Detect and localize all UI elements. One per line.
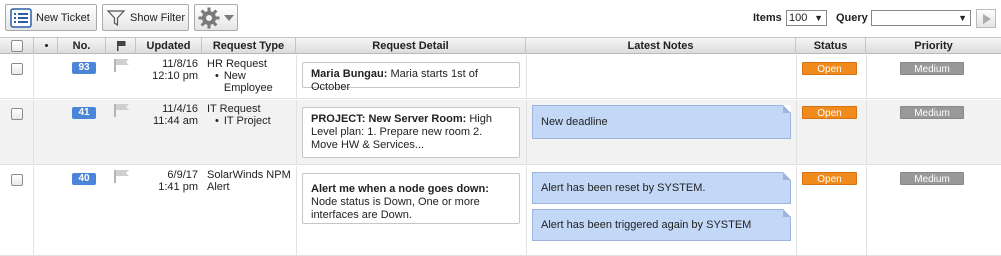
bullet-icon: • [215, 115, 219, 127]
detail-title: Alert me when a node goes down: [311, 183, 489, 195]
row-checkbox[interactable] [11, 108, 23, 120]
status-badge[interactable]: Open [802, 62, 857, 75]
show-filter-button[interactable]: Show Filter [102, 4, 189, 31]
request-type: IT Request [207, 103, 261, 115]
note-card[interactable]: New deadline [532, 105, 791, 139]
note-card[interactable]: Alert has been triggered again by SYSTEM [532, 209, 791, 241]
bullet-icon [45, 44, 48, 47]
priority-badge[interactable]: Medium [900, 62, 964, 75]
updated-cell: 11/8/16 12:10 pm [136, 58, 198, 82]
note-card[interactable]: Alert has been reset by SYSTEM. [532, 172, 791, 204]
items-value: 100 [789, 12, 808, 24]
ticket-number-badge[interactable]: 93 [72, 62, 96, 74]
status-badge[interactable]: Open [802, 172, 857, 185]
updated-time: 12:10 pm [152, 70, 198, 82]
detail-title: Maria Bungau: [311, 68, 388, 80]
select-all-checkbox[interactable] [11, 40, 23, 52]
priority-column-header[interactable]: Priority [866, 38, 1001, 54]
request-detail-column-header[interactable]: Request Detail [296, 38, 526, 54]
note-text: New deadline [541, 116, 608, 128]
table-row[interactable]: 93 11/8/16 12:10 pm HR Request • New Empl… [0, 55, 1001, 99]
toolbar: New Ticket Show Filter Items 100 ▼ Query… [0, 0, 1001, 37]
request-type-cell: HR Request • New Employee [207, 58, 295, 94]
status-badge[interactable]: Open [802, 106, 857, 119]
settings-button[interactable] [194, 4, 238, 31]
show-filter-label: Show Filter [130, 11, 186, 24]
items-label: Items [753, 12, 782, 24]
table-header: No. Updated Request Type Request Detail … [0, 37, 1001, 54]
row-checkbox[interactable] [11, 174, 23, 186]
updated-cell: 11/4/16 11:44 am [136, 103, 198, 127]
latest-notes-column-header[interactable]: Latest Notes [526, 38, 796, 54]
table-row[interactable]: 41 11/4/16 11:44 am IT Request • IT Proje… [0, 100, 1001, 165]
gear-icon [198, 7, 220, 28]
request-type: HR Request [207, 58, 267, 70]
status-column-header[interactable]: Status [796, 38, 866, 54]
note-text: Alert has been triggered again by SYSTEM [541, 219, 752, 231]
dropdown-arrow-icon: ▼ [814, 13, 823, 23]
flag-icon[interactable] [114, 103, 130, 117]
flag-icon [117, 41, 126, 51]
detail-title: PROJECT: New Server Room: [311, 113, 467, 125]
updated-date: 11/4/16 [162, 103, 198, 115]
flag-column-header[interactable] [106, 38, 136, 54]
dropdown-arrow-icon: ▼ [958, 13, 967, 23]
request-type: SolarWinds NPM Alert [207, 169, 291, 193]
updated-date: 11/8/16 [162, 58, 198, 70]
request-detail-card[interactable]: Maria Bungau: Maria starts 1st of Octobe… [302, 62, 520, 93]
updated-time: 11:44 am [152, 115, 198, 127]
flag-icon[interactable] [114, 58, 130, 72]
request-subtype: IT Project [223, 115, 271, 127]
query-label: Query [836, 12, 868, 24]
number-column-header[interactable]: No. [58, 38, 106, 54]
updated-column-header[interactable]: Updated [136, 38, 202, 54]
row-checkbox[interactable] [11, 63, 23, 75]
list-icon [10, 7, 32, 28]
chevron-down-icon [224, 14, 234, 21]
detail-text: Node status is Down, One or more interfa… [311, 196, 480, 221]
table-row[interactable]: 40 6/9/17 1:41 pm SolarWinds NPM Alert A… [0, 166, 1001, 256]
request-detail-card[interactable]: Alert me when a node goes down: Node sta… [302, 173, 520, 224]
dot-column [34, 38, 58, 54]
items-select[interactable]: 100 ▼ [786, 10, 827, 26]
select-all-column [0, 38, 34, 54]
new-ticket-label: New Ticket [36, 11, 90, 24]
filter-icon [106, 9, 126, 26]
request-type-cell: IT Request • IT Project [207, 103, 295, 127]
request-type-column-header[interactable]: Request Type [202, 38, 296, 54]
priority-badge[interactable]: Medium [900, 106, 964, 119]
request-detail-card[interactable]: PROJECT: New Server Room: High Level pla… [302, 107, 520, 158]
updated-cell: 6/9/17 1:41 pm [136, 169, 198, 193]
flag-icon[interactable] [114, 169, 130, 183]
note-text: Alert has been reset by SYSTEM. [541, 182, 706, 194]
updated-date: 6/9/17 [167, 169, 198, 181]
priority-badge[interactable]: Medium [900, 172, 964, 185]
request-type-cell: SolarWinds NPM Alert [207, 169, 295, 193]
updated-time: 1:41 pm [158, 181, 198, 193]
ticket-number-badge[interactable]: 41 [72, 107, 96, 119]
run-query-button[interactable] [976, 9, 996, 28]
bullet-icon: • [215, 70, 219, 82]
new-ticket-button[interactable]: New Ticket [5, 4, 97, 31]
ticket-number-badge[interactable]: 40 [72, 173, 96, 185]
request-subtype: New Employee [223, 70, 273, 94]
query-select[interactable]: ▼ [871, 10, 971, 26]
